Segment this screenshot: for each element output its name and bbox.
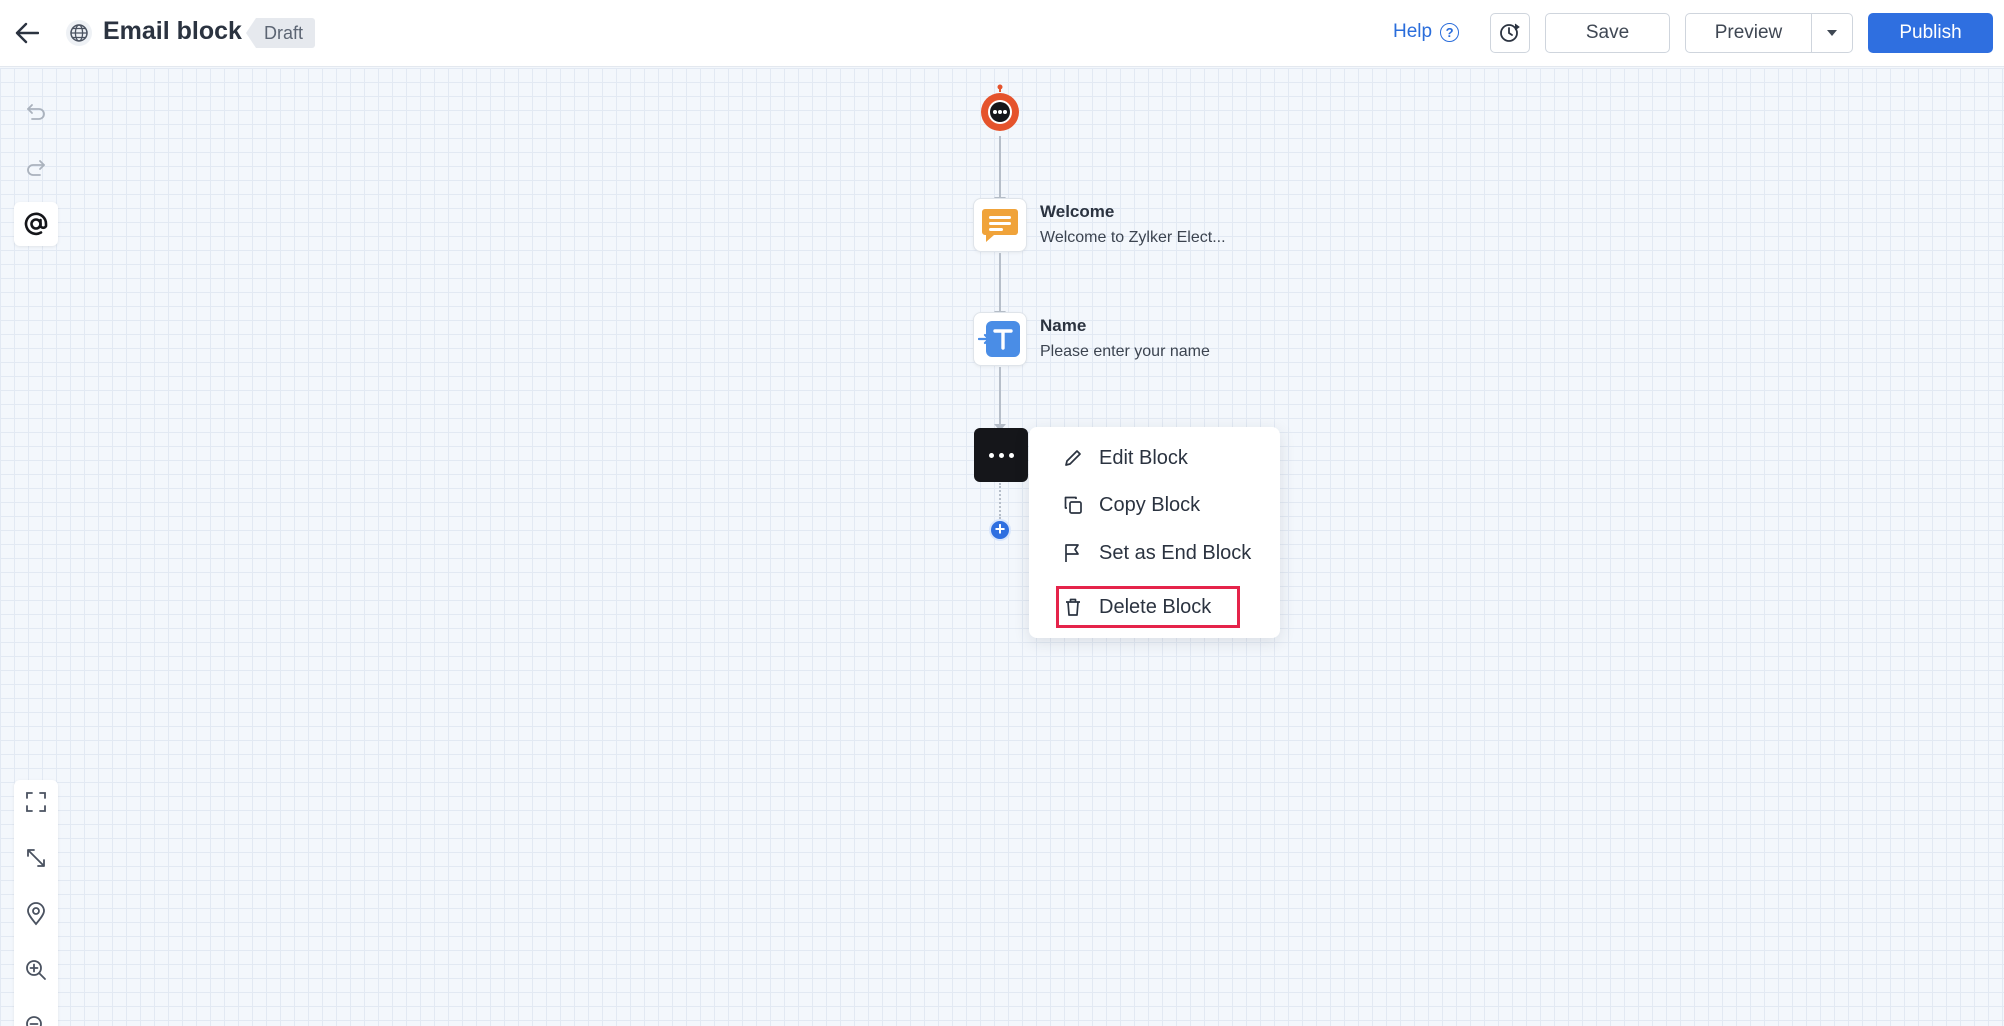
locate-button[interactable]	[14, 892, 58, 936]
text-input-block-icon[interactable]	[973, 312, 1027, 366]
at-sign-icon	[24, 212, 48, 236]
fullscreen-icon	[26, 792, 46, 812]
preview-button[interactable]: Preview	[1685, 13, 1812, 53]
redo-icon	[27, 160, 45, 176]
top-header: Email block Draft Help ? Save Preview Pu…	[0, 0, 2004, 67]
publish-button[interactable]: Publish	[1868, 13, 1993, 53]
node-title: Name	[1040, 316, 1087, 335]
dotted-connector	[999, 483, 1001, 519]
globe-icon	[66, 20, 92, 46]
save-button[interactable]: Save	[1545, 13, 1670, 53]
connector-line	[999, 367, 1001, 429]
menu-item-label: Copy Block	[1099, 493, 1201, 516]
menu-item-label: Edit Block	[1099, 446, 1188, 469]
node-subtitle: Please enter your name	[1040, 343, 1210, 360]
publish-history-button[interactable]	[1490, 13, 1530, 53]
menu-item-label: Delete Block	[1099, 595, 1212, 618]
expand-arrows-icon	[27, 849, 45, 867]
message-block-icon[interactable]	[973, 198, 1027, 252]
history-icon	[1500, 23, 1520, 42]
flow-canvas[interactable]: Welcome Welcome to Zylker Elect... Name …	[0, 68, 2004, 1026]
set-end-block-item[interactable]: Set as End Block	[1063, 538, 1251, 568]
add-block-button[interactable]: +	[989, 519, 1011, 541]
page-title: Email block	[103, 17, 242, 45]
canvas-controls	[14, 780, 58, 1026]
fit-screen-button[interactable]	[14, 780, 58, 824]
text-input-icon	[978, 321, 1020, 357]
zoom-in-icon	[26, 960, 46, 980]
help-label: Help	[1393, 21, 1433, 42]
connector-line	[999, 253, 1001, 315]
undo-icon	[27, 104, 45, 120]
dot	[998, 452, 1004, 458]
copy-icon	[1064, 496, 1082, 514]
location-pin-icon	[27, 902, 45, 926]
dot	[988, 452, 994, 458]
question-circle-icon: ?	[1440, 22, 1460, 42]
copy-block-item[interactable]: Copy Block	[1063, 490, 1200, 520]
expand-button[interactable]	[14, 836, 58, 880]
edit-block-item[interactable]: Edit Block	[1063, 443, 1188, 473]
caret-down-icon	[1827, 30, 1837, 36]
undo-button[interactable]	[14, 90, 58, 134]
email-block-node[interactable]	[974, 428, 1028, 482]
dot	[1008, 452, 1014, 458]
node-subtitle: Welcome to Zylker Elect...	[1040, 229, 1226, 246]
zoom-out-icon	[26, 1016, 42, 1026]
help-link[interactable]: Help ?	[1393, 21, 1460, 43]
back-arrow-icon[interactable]	[12, 16, 42, 50]
chat-message-icon	[982, 209, 1018, 242]
status-badge: Draft	[246, 18, 316, 48]
delete-block-item[interactable]: Delete Block	[1063, 592, 1211, 622]
flag-icon	[1065, 544, 1079, 562]
trash-icon	[1066, 598, 1080, 616]
zoom-out-button[interactable]	[14, 1004, 58, 1026]
redo-button[interactable]	[14, 146, 58, 190]
preview-dropdown-button[interactable]	[1811, 13, 1853, 53]
mention-button[interactable]	[14, 202, 58, 246]
connector-line	[999, 136, 1001, 202]
node-title: Welcome	[1040, 202, 1115, 221]
block-context-menu: Edit Block Copy Block Set as End Block D…	[1029, 427, 1280, 638]
zoom-in-button[interactable]	[14, 948, 58, 992]
menu-item-label: Set as End Block	[1099, 541, 1252, 564]
bot-start-icon[interactable]	[979, 84, 1021, 134]
pencil-icon	[1065, 450, 1081, 466]
